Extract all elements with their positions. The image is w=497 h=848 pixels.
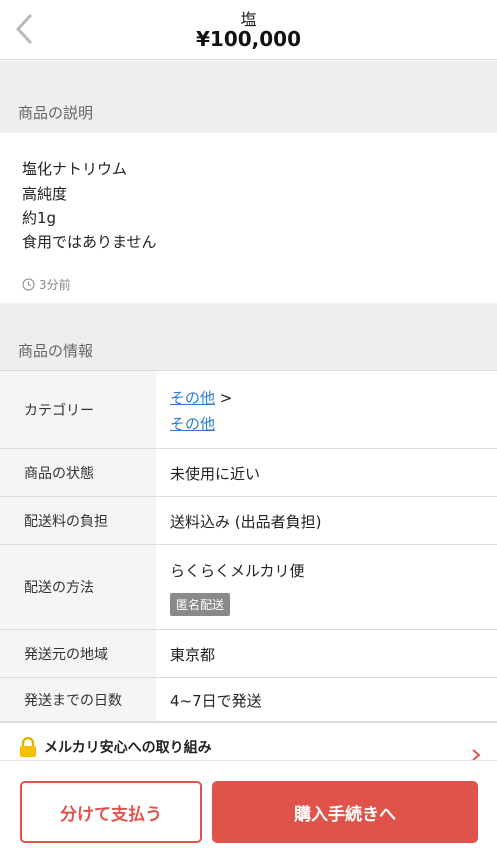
shipping-method-value: らくらくメルカリ便	[170, 562, 305, 580]
posted-time: 3分前	[22, 276, 71, 293]
description-body: 塩化ナトリウム 高純度 約1g 食用ではありません 3分前	[0, 133, 497, 303]
info-row-ship-from: 発送元の地域 東京都	[0, 630, 497, 678]
ship-days-label: 発送までの日数	[0, 678, 156, 721]
bottom-action-bar: 分けて支払う 購入手続きへ	[0, 760, 497, 848]
safety-text: メルカリ安心への取り組み	[44, 740, 212, 756]
description-section-header: 商品の説明	[0, 61, 497, 133]
condition-label: 商品の状態	[0, 449, 156, 496]
info-row-category: カテゴリー その他 > その他	[0, 370, 497, 449]
category-separator: >	[219, 389, 233, 407]
info-row-ship-days: 発送までの日数 4~7日で発送	[0, 678, 497, 722]
anonymous-badge-wrap: 匿名配送	[170, 593, 231, 616]
header: 塩 ¥100,000	[0, 0, 497, 60]
category-link-parent[interactable]: その他	[170, 389, 215, 407]
shipping-fee-value: 送料込み (出品者負担)	[170, 513, 322, 531]
category-label: カテゴリー	[0, 371, 156, 448]
info-row-condition: 商品の状態 未使用に近い	[0, 449, 497, 497]
description-heading: 商品の説明	[18, 104, 94, 122]
category-link-child[interactable]: その他	[170, 415, 215, 433]
ship-days-value: 4~7日で発送	[170, 692, 262, 710]
anonymous-shipping-badge: 匿名配送	[170, 593, 231, 616]
clock-icon	[22, 278, 35, 291]
item-price: ¥100,000	[195, 27, 301, 51]
description-line: 食用ではありません	[22, 233, 157, 251]
ship-from-value: 東京都	[170, 646, 216, 664]
info-row-shipping-fee: 配送料の負担 送料込み (出品者負担)	[0, 497, 497, 545]
ship-from-label: 発送元の地域	[0, 630, 156, 677]
shipping-fee-label: 配送料の負担	[0, 497, 156, 544]
lock-icon	[20, 737, 36, 757]
description-line: 約1g	[22, 209, 57, 227]
description-line: 高純度	[22, 185, 68, 203]
description-line: 塩化ナトリウム	[22, 160, 128, 178]
shipping-method-label: 配送の方法	[0, 545, 156, 629]
info-row-shipping-method: 配送の方法 らくらくメルカリ便 匿名配送	[0, 545, 497, 630]
condition-value: 未使用に近い	[170, 465, 261, 483]
buy-button[interactable]: 購入手続きへ	[212, 781, 478, 843]
split-pay-button[interactable]: 分けて支払う	[20, 781, 202, 843]
info-section-header: 商品の情報	[0, 303, 497, 370]
posted-time-text: 3分前	[39, 278, 71, 292]
info-heading: 商品の情報	[18, 342, 94, 360]
category-value: その他 >	[170, 387, 232, 408]
category-value-child: その他	[170, 413, 215, 434]
safety-banner[interactable]: メルカリ安心への取り組み	[0, 722, 497, 762]
